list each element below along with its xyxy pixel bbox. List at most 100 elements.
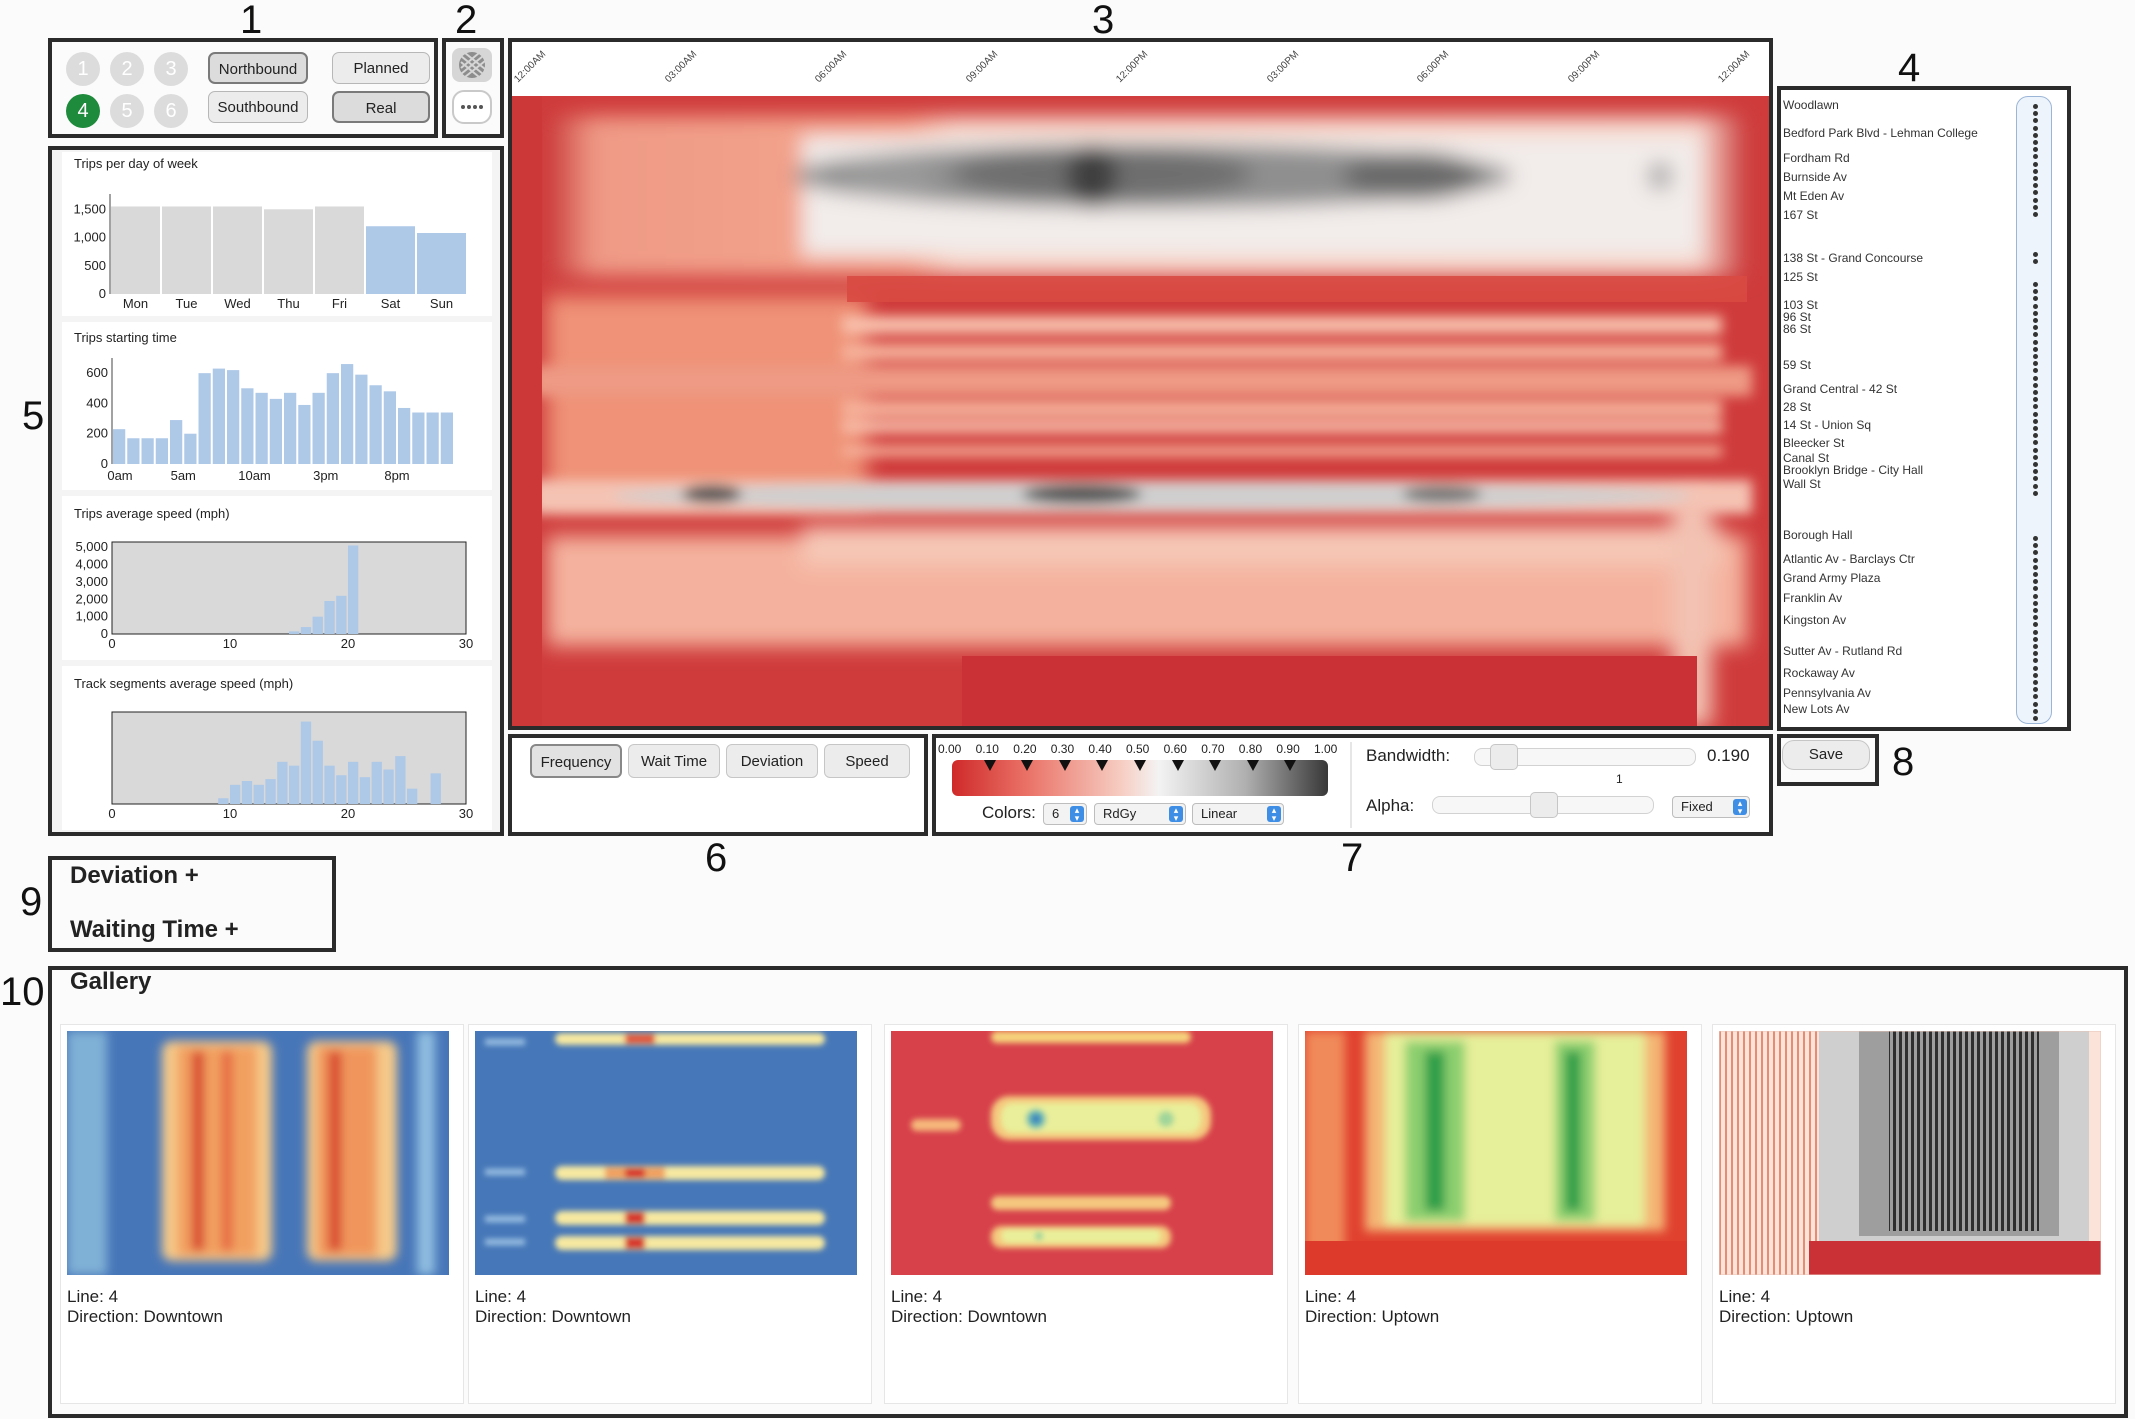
color-scheme-select[interactable]: RdGy ▴ ▾ xyxy=(1094,803,1186,825)
bar[interactable] xyxy=(369,385,382,464)
line-circle-6[interactable]: 6 xyxy=(154,94,188,128)
bar[interactable] xyxy=(312,740,323,804)
color-count-select[interactable]: 6 ▴ ▾ xyxy=(1043,803,1087,825)
save-button[interactable]: Save xyxy=(1782,740,1870,770)
bar[interactable] xyxy=(398,407,411,464)
station-label[interactable]: New Lots Av xyxy=(1783,702,1849,716)
station-dot[interactable] xyxy=(2033,411,2038,417)
station-label[interactable]: 14 St - Union Sq xyxy=(1783,418,1871,432)
line-circle-2[interactable]: 2 xyxy=(110,52,144,86)
gallery-card[interactable]: Line: 4 Direction: Downtown xyxy=(60,1024,464,1404)
bar[interactable] xyxy=(298,404,311,464)
station-label[interactable]: Borough Hall xyxy=(1783,528,1852,542)
gallery-card[interactable]: Line: 4 Direction: Downtown xyxy=(884,1024,1288,1404)
station-dot[interactable] xyxy=(2033,197,2038,203)
bar[interactable] xyxy=(336,595,347,634)
gallery-thumbnail[interactable] xyxy=(891,1031,1273,1275)
station-dot[interactable] xyxy=(2033,310,2038,316)
bar[interactable] xyxy=(241,388,254,464)
station-dot[interactable] xyxy=(2033,608,2038,613)
bar[interactable] xyxy=(241,781,253,804)
station-dot[interactable] xyxy=(2033,716,2038,721)
bar[interactable] xyxy=(336,775,347,804)
station-dot[interactable] xyxy=(2033,132,2038,138)
station-dot[interactable] xyxy=(2033,593,2038,599)
gallery-card[interactable]: Line: 4 Direction: Downtown xyxy=(468,1024,872,1404)
bar[interactable] xyxy=(212,368,225,464)
alpha-slider-handle[interactable] xyxy=(1530,792,1558,818)
station-label[interactable]: 86 St xyxy=(1783,322,1811,336)
bar[interactable] xyxy=(395,756,406,804)
deviation-toggle[interactable]: Deviation + xyxy=(70,862,199,890)
bar[interactable] xyxy=(312,392,325,464)
gallery-thumbnail[interactable] xyxy=(1719,1031,2101,1275)
station-dot[interactable] xyxy=(2033,282,2038,287)
station-dot[interactable] xyxy=(2033,665,2038,671)
station-dot[interactable] xyxy=(2033,168,2038,174)
bar[interactable] xyxy=(430,773,441,804)
station-dot[interactable] xyxy=(2033,672,2038,678)
scale-handle-icon[interactable] xyxy=(1171,760,1184,771)
station-dot[interactable] xyxy=(2033,375,2038,381)
segments-avg-speed-svg[interactable]: 0 10 20 30 xyxy=(62,666,492,830)
station-dot[interactable] xyxy=(2033,557,2038,563)
station-dot[interactable] xyxy=(2033,701,2038,707)
station-label[interactable]: Bleecker St xyxy=(1783,436,1844,450)
gallery-card[interactable]: Line: 4 Direction: Uptown xyxy=(1712,1024,2116,1404)
station-dot[interactable] xyxy=(2033,708,2038,714)
bar[interactable] xyxy=(383,391,396,464)
scale-handle-icon[interactable] xyxy=(983,760,996,771)
station-label[interactable]: Wall St xyxy=(1783,477,1821,491)
scale-handle-icon[interactable] xyxy=(1209,760,1222,771)
station-label[interactable]: Fordham Rd xyxy=(1783,151,1850,165)
bar[interactable] xyxy=(184,433,197,464)
station-dot[interactable] xyxy=(2033,318,2038,323)
bar[interactable] xyxy=(348,761,359,804)
station-label[interactable]: 138 St - Grand Concourse xyxy=(1783,251,1923,265)
station-dot[interactable] xyxy=(2033,629,2038,635)
bar[interactable] xyxy=(230,784,241,804)
station-dot[interactable] xyxy=(2033,354,2038,359)
bar[interactable] xyxy=(366,226,415,294)
bar[interactable] xyxy=(412,412,425,464)
station-dot[interactable] xyxy=(2033,125,2038,131)
station-dot[interactable] xyxy=(2033,252,2038,257)
bar[interactable] xyxy=(300,627,312,634)
line-circle-1[interactable]: 1 xyxy=(66,52,100,86)
station-label[interactable]: Woodlawn xyxy=(1783,98,1839,112)
bar[interactable] xyxy=(300,721,312,804)
real-button[interactable]: Real xyxy=(332,91,430,123)
station-label[interactable]: Atlantic Av - Barclays Ctr xyxy=(1783,552,1915,566)
station-label[interactable]: Grand Central - 42 St xyxy=(1783,382,1897,396)
bar[interactable] xyxy=(383,769,394,805)
station-dot[interactable] xyxy=(2033,490,2038,496)
bar[interactable] xyxy=(284,392,297,464)
southbound-button[interactable]: Southbound xyxy=(208,91,308,123)
station-label[interactable]: Franklin Av xyxy=(1783,591,1842,605)
waiting-time-toggle[interactable]: Waiting Time + xyxy=(70,916,239,944)
station-label[interactable]: Pennsylvania Av xyxy=(1783,686,1871,700)
station-label[interactable]: Rockaway Av xyxy=(1783,666,1855,680)
frequency-button[interactable]: Frequency xyxy=(530,744,622,778)
bar[interactable] xyxy=(113,429,126,464)
station-dot[interactable] xyxy=(2033,680,2038,685)
bar[interactable] xyxy=(269,398,282,464)
bar[interactable] xyxy=(315,206,364,294)
station-dot[interactable] xyxy=(2033,176,2038,181)
station-label[interactable]: Brooklyn Bridge - City Hall xyxy=(1783,463,1923,477)
alpha-mode-select[interactable]: Fixed ▴ ▾ xyxy=(1672,796,1750,818)
station-dot[interactable] xyxy=(2033,104,2038,109)
northbound-button[interactable]: Northbound xyxy=(208,52,308,84)
bar[interactable] xyxy=(213,206,262,294)
bar[interactable] xyxy=(417,233,466,294)
bar[interactable] xyxy=(218,798,229,804)
bar[interactable] xyxy=(324,765,335,804)
bar[interactable] xyxy=(255,392,268,464)
bar[interactable] xyxy=(170,420,183,464)
station-dot[interactable] xyxy=(2033,204,2038,210)
station-dot[interactable] xyxy=(2033,339,2038,345)
bar[interactable] xyxy=(426,412,439,464)
planned-button[interactable]: Planned xyxy=(332,52,430,84)
station-dot[interactable] xyxy=(2033,572,2038,577)
station-label[interactable]: Kingston Av xyxy=(1783,613,1846,627)
